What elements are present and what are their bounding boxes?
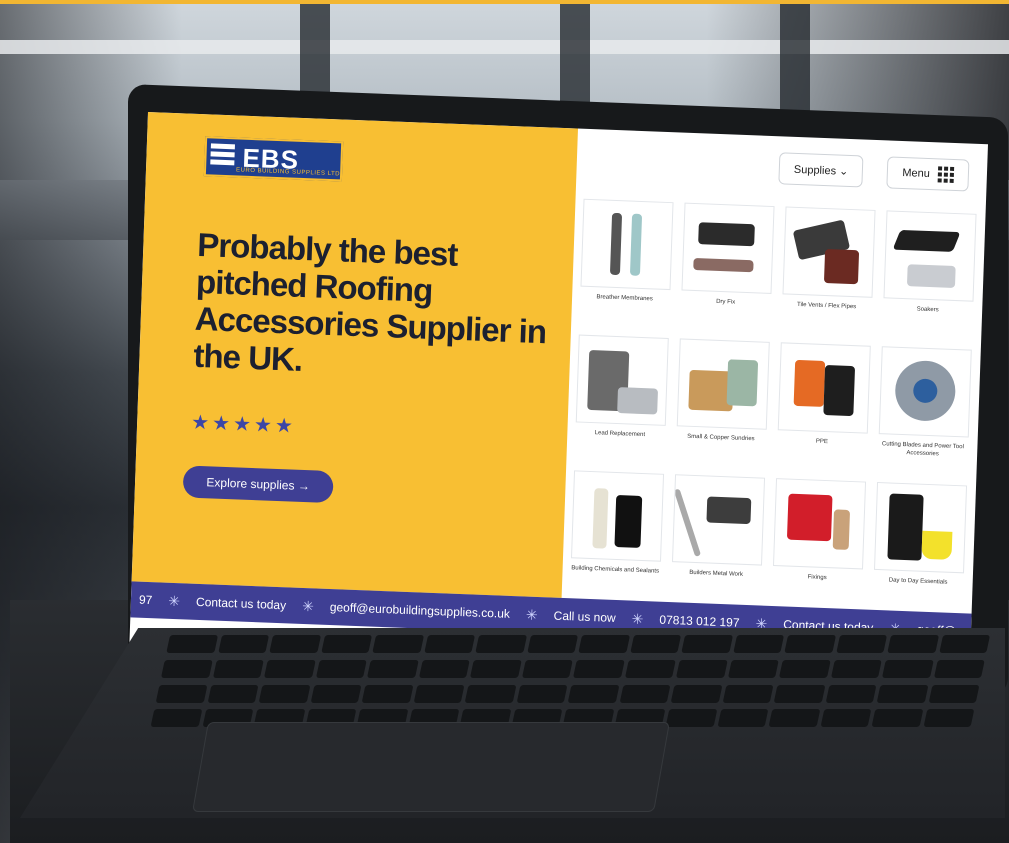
asterisk-icon: ✳	[301, 597, 315, 614]
lead-replacement-image	[575, 334, 669, 426]
breather-membrane-image	[579, 198, 674, 291]
product-card[interactable]: Cutting Blades and Power Tool Accessorie…	[875, 346, 972, 477]
product-label: Cutting Blades and Power Tool Accessorie…	[881, 441, 964, 458]
product-card[interactable]: Soakers	[880, 210, 977, 341]
product-label: Tile Vents / Flex Pipes	[796, 301, 857, 311]
asterisk-icon: ✳	[631, 610, 644, 627]
product-label: Builders Metal Work	[689, 569, 744, 578]
product-label: Fixings	[807, 574, 827, 582]
soakers-image	[882, 210, 977, 302]
ticker-item: Call us now	[553, 608, 616, 625]
product-card[interactable]: Small & Copper Sundries	[673, 338, 770, 469]
explore-supplies-button[interactable]: Explore supplies →	[182, 465, 334, 504]
dry-fix-image	[680, 202, 775, 294]
ebs-logo[interactable]: EBS EURO BUILDING SUPPLIES LTD	[203, 136, 344, 182]
product-label: Dry Fix	[716, 298, 736, 306]
laptop-trackpad	[192, 722, 670, 812]
product-label: Lead Replacement	[594, 430, 646, 439]
product-card[interactable]: PPE	[774, 342, 871, 473]
product-label: Soakers	[916, 306, 939, 314]
product-card[interactable]: Fixings	[770, 478, 867, 609]
supplies-label: Supplies ⌄	[793, 163, 849, 178]
hero-headline: Probably the best pitched Roofing Access…	[192, 225, 547, 378]
menu-button[interactable]: Menu	[886, 156, 970, 192]
laptop-screen: EBS EURO BUILDING SUPPLIES LTD Probably …	[129, 112, 988, 684]
product-card[interactable]: Breather Membranes	[577, 198, 674, 330]
hero-panel: EBS EURO BUILDING SUPPLIES LTD Probably …	[131, 112, 579, 598]
supplies-dropdown[interactable]: Supplies ⌄	[778, 152, 864, 188]
asterisk-icon: ✳	[525, 606, 538, 623]
essentials-image	[873, 481, 967, 574]
product-card[interactable]: Builders Metal Work	[669, 474, 766, 605]
logo-subtitle: EURO BUILDING SUPPLIES LTD	[235, 167, 341, 178]
ticker-item: Contact us today	[195, 594, 287, 613]
laptop-keyboard	[150, 635, 991, 730]
grid-menu-icon	[937, 166, 955, 183]
sundries-image	[676, 338, 770, 430]
sealant-image	[570, 470, 664, 562]
product-card[interactable]: Tile Vents / Flex Pipes	[779, 206, 876, 337]
ticker-item[interactable]: geoff@eurobuildingsupplies.co.uk	[330, 600, 511, 621]
product-grid: Breather Membranes Dry Fix Tile Vents / …	[568, 198, 978, 614]
logo-mark-icon	[210, 141, 237, 172]
product-label: Small & Copper Sundries	[687, 433, 755, 443]
ppe-gloves-image	[777, 342, 871, 434]
tile-vent-image	[781, 206, 876, 298]
asterisk-icon: ✳	[168, 592, 181, 609]
fixings-image	[772, 478, 866, 570]
product-label: PPE	[815, 438, 828, 446]
product-label: Breather Membranes	[596, 294, 653, 303]
product-card[interactable]: Lead Replacement	[572, 334, 669, 465]
product-card[interactable]: Dry Fix	[678, 202, 775, 334]
product-label: Day to Day Essentials	[888, 577, 948, 586]
ticker-item[interactable]: 07813 012 197	[659, 613, 740, 630]
product-card[interactable]: Building Chemicals and Sealants	[568, 470, 665, 601]
cutting-blade-image	[878, 346, 972, 438]
ticker-lead: 97	[138, 592, 153, 608]
product-card[interactable]: Day to Day Essentials	[871, 481, 968, 613]
window-frame	[0, 40, 1009, 54]
rating-stars: ★★★★★	[190, 411, 297, 438]
product-label: Building Chemicals and Sealants	[571, 565, 660, 575]
top-nav: Supplies ⌄ Menu	[778, 152, 970, 192]
menu-label: Menu	[902, 166, 931, 181]
metal-work-image	[671, 474, 765, 566]
